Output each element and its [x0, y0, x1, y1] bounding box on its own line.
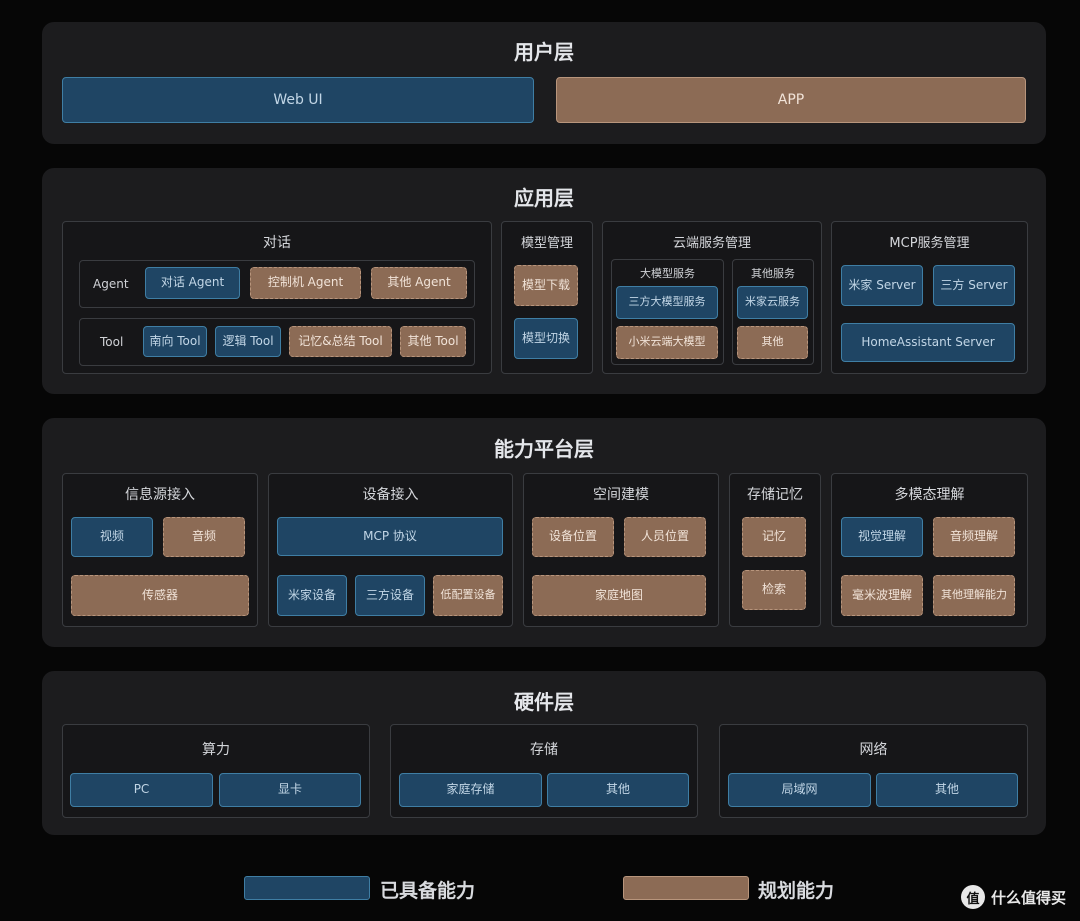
- tool-row-label: Tool: [100, 335, 124, 349]
- platform-layer-title: 能力平台层: [494, 437, 594, 461]
- device-access-group: 设备接入 MCP 协议 米家设备 三方设备 低配置设备: [268, 473, 513, 627]
- app-box: APP: [556, 77, 1026, 123]
- agent-other-box: 其他 Agent: [371, 267, 467, 299]
- audio-understanding-box: 音频理解: [933, 517, 1015, 557]
- network-title: 网络: [859, 742, 888, 758]
- model-switch-box: 模型切换: [514, 318, 578, 359]
- xiaomi-cloud-llm-box: 小米云端大模型: [616, 326, 718, 359]
- web-ui-box: Web UI: [62, 77, 534, 123]
- cloud-mgmt-group: 云端服务管理 大模型服务 三方大模型服务 小米云端大模型 其他服务 米家云服务 …: [602, 221, 822, 374]
- mmwave-understanding-box: 毫米波理解: [841, 575, 923, 616]
- retrieval-box: 检索: [742, 570, 806, 610]
- lan-box: 局域网: [728, 773, 871, 807]
- audio-box: 音频: [163, 517, 245, 557]
- third-party-server-box: 三方 Server: [933, 265, 1015, 306]
- application-layer: 应用层 对话 Agent 对话 Agent 控制机 Agent 其他 Agent…: [42, 168, 1046, 394]
- home-storage-box: 家庭存储: [399, 773, 542, 807]
- model-mgmt-group: 模型管理 模型下载 模型切换: [501, 221, 593, 374]
- space-modeling-title: 空间建模: [593, 487, 649, 503]
- other-services-subgroup: 其他服务 米家云服务 其他: [732, 259, 814, 365]
- tool-south-box: 南向 Tool: [143, 326, 207, 357]
- model-download-box: 模型下载: [514, 265, 578, 306]
- storage-memory-title: 存储记忆: [747, 487, 803, 503]
- application-layer-title: 应用层: [514, 186, 574, 210]
- agent-control-box: 控制机 Agent: [250, 267, 361, 299]
- user-layer-title: 用户层: [514, 40, 574, 64]
- third-party-device-box: 三方设备: [355, 575, 425, 616]
- mcp-protocol-box: MCP 协议: [277, 517, 503, 556]
- other-services-title: 其他服务: [751, 267, 795, 280]
- visual-understanding-box: 视觉理解: [841, 517, 923, 557]
- legend-planned-label: 规划能力: [758, 880, 835, 902]
- tool-row: Tool 南向 Tool 逻辑 Tool 记忆&总结 Tool 其他 Tool: [79, 318, 475, 366]
- other-service-box: 其他: [737, 326, 808, 359]
- person-position-box: 人员位置: [624, 517, 706, 557]
- storage-title: 存储: [530, 742, 558, 758]
- dialog-group-title: 对话: [263, 235, 291, 251]
- mcp-mgmt-group: MCP服务管理 米家 Server 三方 Server HomeAssistan…: [831, 221, 1028, 374]
- cloud-mgmt-title: 云端服务管理: [672, 236, 751, 251]
- legend-existing-label: 已具备能力: [380, 880, 476, 902]
- model-mgmt-title: 模型管理: [520, 236, 573, 251]
- mijia-device-box: 米家设备: [277, 575, 347, 616]
- space-modeling-group: 空间建模 设备位置 人员位置 家庭地图: [523, 473, 719, 627]
- sensor-box: 传感器: [71, 575, 249, 616]
- pc-box: PC: [70, 773, 213, 807]
- tool-logic-box: 逻辑 Tool: [215, 326, 281, 357]
- agent-row: Agent 对话 Agent 控制机 Agent 其他 Agent: [79, 260, 475, 308]
- info-source-group: 信息源接入 视频 音频 传感器: [62, 473, 258, 627]
- home-map-box: 家庭地图: [532, 575, 706, 616]
- hardware-layer-title: 硬件层: [514, 690, 574, 714]
- storage-memory-group: 存储记忆 记忆 检索: [729, 473, 821, 627]
- user-layer: 用户层 Web UI APP: [42, 22, 1046, 144]
- device-access-title: 设备接入: [362, 487, 419, 503]
- multimodal-title: 多模态理解: [894, 487, 965, 503]
- tool-other-box: 其他 Tool: [400, 326, 466, 357]
- mijia-server-box: 米家 Server: [841, 265, 923, 306]
- watermark-logo-icon: 值: [960, 885, 985, 909]
- gpu-box: 显卡: [219, 773, 361, 807]
- large-model-subgroup: 大模型服务 三方大模型服务 小米云端大模型: [611, 259, 724, 365]
- dialog-group: 对话 Agent 对话 Agent 控制机 Agent 其他 Agent Too…: [62, 221, 492, 374]
- low-config-device-box: 低配置设备: [433, 575, 503, 616]
- memory-box: 记忆: [742, 517, 806, 557]
- mcp-mgmt-title: MCP服务管理: [889, 236, 970, 251]
- mijia-cloud-box: 米家云服务: [737, 286, 808, 319]
- multimodal-group: 多模态理解 视觉理解 音频理解 毫米波理解 其他理解能力: [831, 473, 1028, 627]
- compute-group: 算力 PC 显卡: [62, 724, 370, 818]
- hardware-layer: 硬件层 算力 PC 显卡 存储 家庭存储 其他 网络 局域网 其他: [42, 671, 1046, 835]
- storage-other-box: 其他: [547, 773, 689, 807]
- tool-memory-box: 记忆&总结 Tool: [289, 326, 392, 357]
- network-other-box: 其他: [876, 773, 1018, 807]
- compute-title: 算力: [202, 742, 230, 758]
- third-party-llm-box: 三方大模型服务: [616, 286, 718, 319]
- legend-existing-swatch: [244, 876, 370, 900]
- watermark-text: 什么值得买: [990, 888, 1066, 907]
- homeassistant-server-box: HomeAssistant Server: [841, 323, 1015, 362]
- storage-group: 存储 家庭存储 其他: [390, 724, 698, 818]
- agent-row-label: Agent: [93, 277, 129, 291]
- device-position-box: 设备位置: [532, 517, 614, 557]
- platform-layer: 能力平台层 信息源接入 视频 音频 传感器 设备接入 MCP 协议 米家设备 三…: [42, 418, 1046, 647]
- other-understanding-box: 其他理解能力: [933, 575, 1015, 616]
- video-box: 视频: [71, 517, 153, 557]
- watermark: 值 什么值得买: [960, 885, 1066, 909]
- agent-dialog-box: 对话 Agent: [145, 267, 240, 299]
- large-model-title: 大模型服务: [640, 267, 695, 280]
- legend-planned-swatch: [623, 876, 749, 900]
- info-source-title: 信息源接入: [125, 487, 195, 503]
- network-group: 网络 局域网 其他: [719, 724, 1028, 818]
